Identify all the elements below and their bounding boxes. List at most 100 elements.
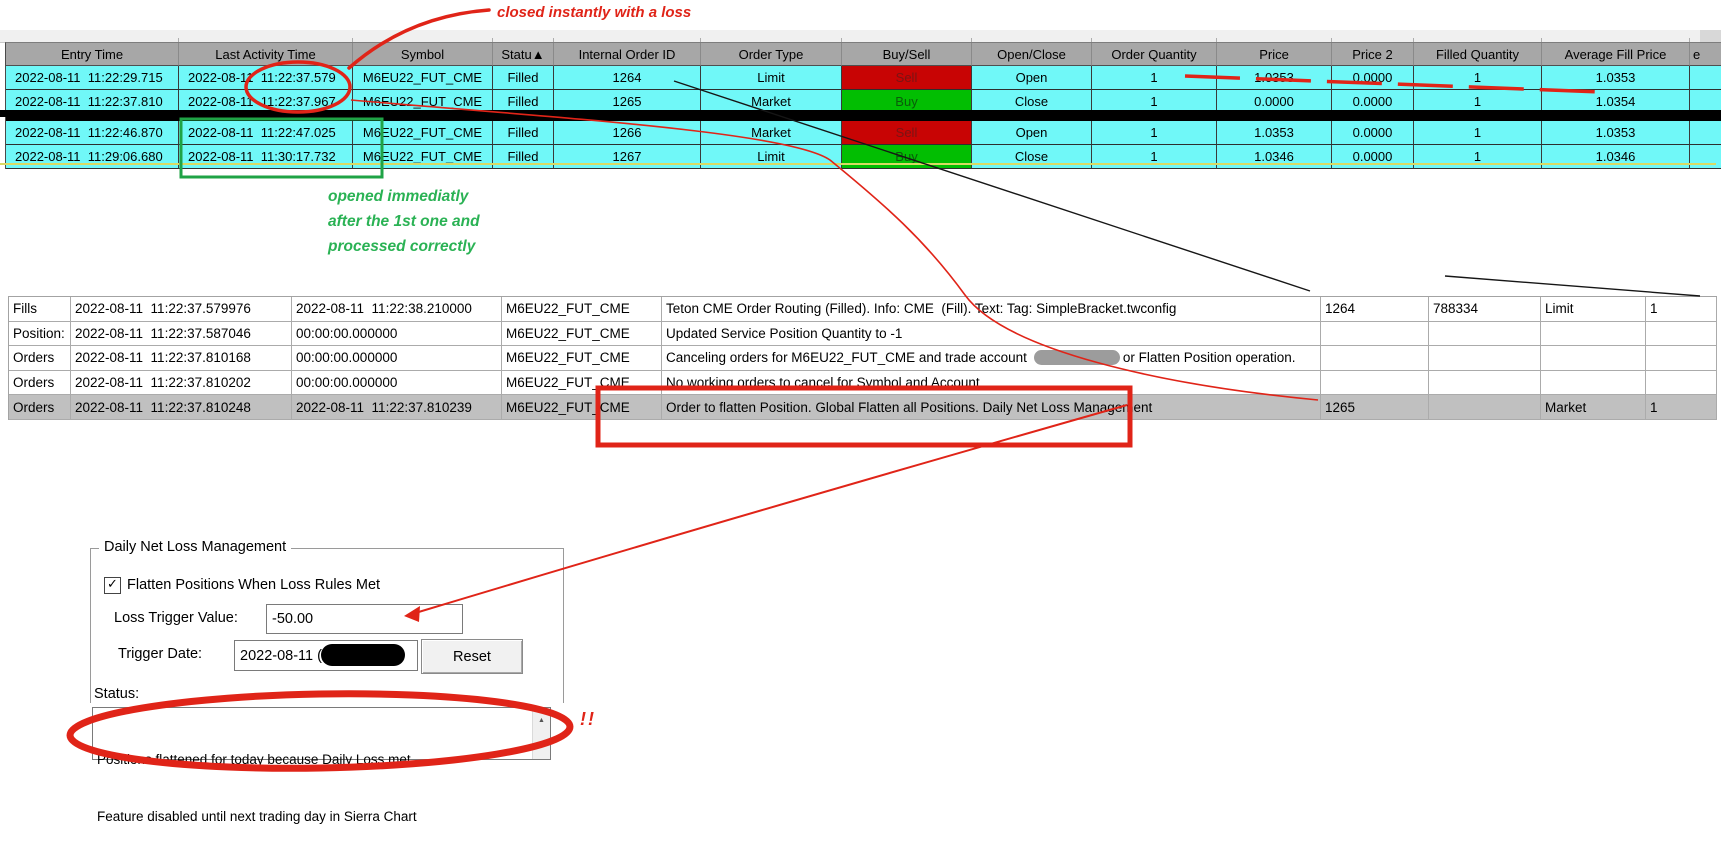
orders-cell[interactable]: 2022-08-11 11:22:37.967 — [179, 90, 353, 114]
loss-trigger-input[interactable]: -50.00 — [266, 604, 463, 634]
orders-cell[interactable]: 1 — [1092, 121, 1217, 145]
orders-cell[interactable]: 1.0353 — [1217, 121, 1332, 145]
log-cell[interactable]: Orders — [9, 346, 71, 371]
orders-cell[interactable]: 0.0000 — [1332, 145, 1414, 169]
log-cell[interactable]: 1265 — [1321, 395, 1429, 420]
log-cell[interactable] — [1646, 346, 1717, 371]
log-cell[interactable]: 2022-08-11 11:22:37.579976 — [71, 297, 292, 322]
log-cell[interactable]: 2022-08-11 11:22:37.810239 — [292, 395, 502, 420]
log-cell[interactable] — [1541, 370, 1646, 396]
log-cell[interactable]: 788334 — [1429, 297, 1541, 322]
log-cell[interactable]: M6EU22_FUT_CME — [502, 346, 662, 371]
orders-cell[interactable]: 1 — [1092, 145, 1217, 169]
orders-cell[interactable]: Buy — [842, 145, 972, 169]
orders-cell[interactable]: M6EU22_FUT_CME — [353, 121, 493, 145]
flatten-positions-checkbox[interactable]: ✓ — [104, 577, 121, 594]
log-cell[interactable]: Position: — [9, 321, 71, 347]
orders-cell[interactable]: M6EU22_FUT_CME — [353, 145, 493, 169]
orders-cell[interactable]: 2022-08-11 11:22:37.810 — [6, 90, 179, 114]
orders-cell[interactable]: 1265 — [554, 90, 701, 114]
scroll-up-icon[interactable]: ▲ — [533, 711, 550, 730]
log-cell[interactable]: Market — [1541, 395, 1646, 420]
reset-button[interactable]: Reset — [421, 639, 523, 674]
orders-cell[interactable]: 1 — [1414, 90, 1542, 114]
log-cell[interactable]: 2022-08-11 11:22:38.210000 — [292, 297, 502, 322]
log-cell[interactable]: Orders — [9, 370, 71, 396]
orders-cell[interactable]: Close — [972, 90, 1092, 114]
orders-cell[interactable]: Buy — [842, 90, 972, 114]
orders-cell[interactable]: Open — [972, 66, 1092, 90]
orders-column-header[interactable]: Filled Quantity — [1414, 43, 1542, 66]
orders-cell[interactable]: 2022-08-11 11:22:29.715 — [6, 66, 179, 90]
orders-cell[interactable]: 2022-08-11 11:29:06.680 — [6, 145, 179, 169]
orders-cell[interactable]: Limit — [701, 66, 842, 90]
orders-cell[interactable]: 0.0000 — [1332, 121, 1414, 145]
orders-cell[interactable]: 2022-08-11 11:22:46.870 — [6, 121, 179, 145]
log-cell[interactable]: 1 — [1646, 297, 1717, 322]
orders-cell[interactable]: 1266 — [554, 121, 701, 145]
log-cell[interactable]: 2022-08-11 11:22:37.587046 — [71, 321, 292, 347]
log-cell[interactable]: No working orders to cancel for Symbol a… — [662, 370, 1321, 396]
log-cell[interactable] — [1541, 321, 1646, 347]
log-cell[interactable] — [1321, 321, 1429, 347]
orders-cell[interactable] — [1690, 66, 1721, 90]
log-cell[interactable]: Orders — [9, 395, 71, 420]
log-cell[interactable] — [1429, 395, 1541, 420]
orders-column-header[interactable]: Symbol — [353, 43, 493, 66]
log-cell[interactable] — [1429, 321, 1541, 347]
orders-cell[interactable]: 1.0353 — [1542, 121, 1690, 145]
orders-column-header[interactable]: Price — [1217, 43, 1332, 66]
orders-cell[interactable]: M6EU22_FUT_CME — [353, 90, 493, 114]
orders-cell[interactable]: 2022-08-11 11:22:37.579 — [179, 66, 353, 90]
log-cell[interactable] — [1646, 321, 1717, 347]
orders-cell[interactable]: Open — [972, 121, 1092, 145]
log-cell[interactable]: M6EU22_FUT_CME — [502, 370, 662, 396]
orders-cell[interactable] — [1690, 145, 1721, 169]
orders-cell[interactable]: Sell — [842, 66, 972, 90]
log-cell[interactable]: Limit — [1541, 297, 1646, 322]
log-cell[interactable] — [1646, 370, 1717, 396]
orders-cell[interactable]: 1 — [1414, 145, 1542, 169]
log-cell[interactable] — [1321, 346, 1429, 371]
orders-column-header[interactable]: Statu▲ — [493, 43, 554, 66]
log-cell[interactable]: Updated Service Position Quantity to -1 — [662, 321, 1321, 347]
log-cell[interactable]: 00:00:00.000000 — [292, 321, 502, 347]
log-cell[interactable]: Fills — [9, 297, 71, 322]
status-textarea[interactable]: Positions flattened for today because Da… — [92, 707, 551, 824]
orders-column-header[interactable]: Order Type — [701, 43, 842, 66]
log-cell[interactable] — [1429, 346, 1541, 371]
orders-cell[interactable]: Filled — [493, 121, 554, 145]
scroll-down-icon[interactable]: ▼ — [533, 737, 550, 756]
orders-cell[interactable]: 1 — [1414, 66, 1542, 90]
log-cell[interactable]: 00:00:00.000000 — [292, 346, 502, 371]
trigger-date-input[interactable]: 2022-08-11 ( — [234, 640, 418, 671]
log-cell[interactable]: Order to flatten Position. Global Flatte… — [662, 395, 1321, 420]
orders-cell[interactable]: 1267 — [554, 145, 701, 169]
log-cell[interactable]: M6EU22_FUT_CME — [502, 297, 662, 322]
log-cell[interactable]: 1264 — [1321, 297, 1429, 322]
orders-cell[interactable]: Filled — [493, 90, 554, 114]
log-cell[interactable] — [1541, 346, 1646, 371]
orders-column-header[interactable]: Average Fill Price — [1542, 43, 1690, 66]
orders-column-header[interactable]: Order Quantity — [1092, 43, 1217, 66]
orders-cell[interactable]: Limit — [701, 145, 842, 169]
orders-cell[interactable]: Market — [701, 90, 842, 114]
orders-column-header[interactable]: Internal Order ID — [554, 43, 701, 66]
orders-cell[interactable]: 1.0353 — [1217, 66, 1332, 90]
orders-cell[interactable] — [1690, 90, 1721, 114]
orders-cell[interactable]: 1 — [1414, 121, 1542, 145]
orders-cell[interactable]: 1264 — [554, 66, 701, 90]
orders-cell[interactable]: 1.0346 — [1217, 145, 1332, 169]
orders-cell[interactable]: Market — [701, 121, 842, 145]
orders-table[interactable]: Entry Time Last Activity Time Symbol Statu▲… — [5, 42, 1721, 169]
orders-column-header[interactable]: Last Activity Time — [179, 43, 353, 66]
orders-cell[interactable]: 2022-08-11 11:22:47.025 — [179, 121, 353, 145]
orders-cell[interactable]: 0.0000 — [1332, 90, 1414, 114]
log-cell[interactable] — [1321, 370, 1429, 396]
orders-cell[interactable]: Filled — [493, 66, 554, 90]
orders-cell[interactable]: 1 — [1092, 90, 1217, 114]
log-cell[interactable]: Teton CME Order Routing (Filled). Info: … — [662, 297, 1321, 322]
orders-cell[interactable]: 1 — [1092, 66, 1217, 90]
orders-cell[interactable]: Close — [972, 145, 1092, 169]
orders-column-header[interactable]: Entry Time — [6, 43, 179, 66]
